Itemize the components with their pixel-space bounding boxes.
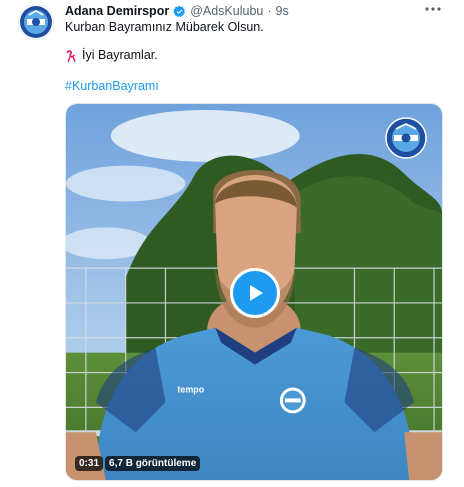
- more-options-button[interactable]: [424, 2, 442, 18]
- author-avatar[interactable]: [18, 4, 54, 40]
- hashtag-link[interactable]: #KurbanBayramı: [65, 79, 159, 93]
- video-view-count: 6,7 B görüntüleme: [105, 456, 201, 471]
- svg-text:tempo: tempo: [177, 384, 204, 394]
- separator-dot: ·: [267, 4, 272, 18]
- play-button[interactable]: [230, 268, 280, 318]
- video-meta: 0:31 6,7 B görüntüleme: [75, 456, 201, 471]
- tweet-header: Adana Demirspor @AdsKulubu · 9s: [65, 3, 424, 19]
- tweet-timestamp[interactable]: 9s: [276, 4, 289, 18]
- play-icon: [250, 285, 263, 301]
- video-duration: 0:31: [75, 456, 104, 471]
- tweet[interactable]: Adana Demirspor @AdsKulubu · 9s Kurban B…: [0, 0, 464, 487]
- more-options-icon: [425, 7, 441, 11]
- video-player[interactable]: tempo 0:31 6,7 B görüntüleme: [65, 103, 443, 481]
- ribbon-candy-emoji-icon: [66, 49, 76, 62]
- club-logo-watermark-icon: [385, 117, 427, 159]
- author-display-name[interactable]: Adana Demirspor: [65, 4, 169, 18]
- tweet-text-line-2-label: İyi Bayramlar.: [82, 48, 158, 62]
- tweet-text-line-1: Kurban Bayramınız Mübarek Olsun.: [65, 20, 264, 34]
- club-logo-icon: [20, 6, 52, 38]
- tweet-text-line-2: İyi Bayramlar.: [65, 48, 158, 62]
- author-handle[interactable]: @AdsKulubu: [190, 4, 263, 18]
- verified-badge-icon: [173, 5, 186, 17]
